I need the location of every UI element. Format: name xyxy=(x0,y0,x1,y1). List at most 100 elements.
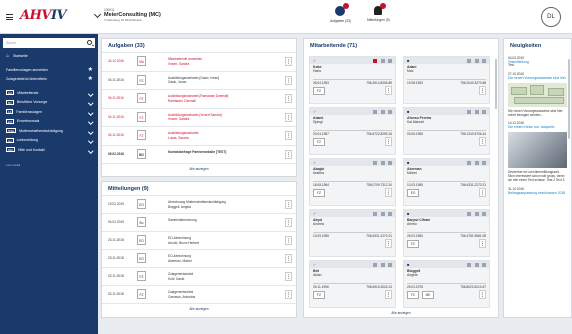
more-options-icon[interactable]: ⋮ xyxy=(285,94,292,103)
more-options-icon[interactable]: ⋮ xyxy=(385,290,392,299)
employee-card[interactable]: ♂ Akyol Andrea 13.09.1955 756.6331.2270.21… xyxy=(309,209,396,257)
message-row[interactable]: 02.11.2018 FZ Zulagenentscheid Carrasco, … xyxy=(102,285,296,303)
document-icon[interactable] xyxy=(373,58,377,63)
document-icon[interactable] xyxy=(467,109,471,114)
chevron-down-icon[interactable] xyxy=(93,10,102,19)
person-icon[interactable] xyxy=(388,262,392,267)
document-icon[interactable] xyxy=(373,160,377,165)
task-row[interactable]: 04.11.2016 FZ Ausbildungsnachweis [Vnser… xyxy=(102,107,296,127)
document-icon[interactable] xyxy=(373,109,377,114)
more-options-icon[interactable]: ⋮ xyxy=(479,290,486,299)
news-item[interactable]: 14.12.2016 Die ersten News von Jacquelin xyxy=(504,121,571,129)
news-item[interactable]: 27.10.2016 Die neuen Vorsorgeausweise si… xyxy=(504,72,571,80)
task-row[interactable]: 04.11.2016 FZ Ausbildungsnachweis [Ramad… xyxy=(102,89,296,108)
employee-card[interactable]: ♂ Kobe Hans 28.04.1953 756.3914.8206.85 FZ… xyxy=(309,56,396,104)
task-row[interactable]: 04.11.2016 FZ Ausbildungsnachweis Lucas, … xyxy=(102,126,296,145)
scrollbar[interactable] xyxy=(568,59,570,139)
employee-card[interactable]: ♂ Adami Djangi 20.04.1967 756.6722.8259.16… xyxy=(309,107,396,155)
news-item[interactable]: 04.03.2019 Testmitteilung Test xyxy=(504,56,571,68)
task-row[interactable]: 04.11.2016 FZ Ausbildungsnachweis [Gasic… xyxy=(102,70,296,90)
person-icon[interactable] xyxy=(388,160,392,165)
person-icon[interactable] xyxy=(482,109,486,114)
more-options-icon[interactable]: ⋮ xyxy=(385,137,392,146)
document-icon[interactable] xyxy=(373,262,377,267)
more-options-icon[interactable]: ⋮ xyxy=(479,86,486,95)
person-icon[interactable] xyxy=(388,211,392,216)
employee-card[interactable]: ■ Akerman Michel 10.03.1955 756.6331.2270.… xyxy=(403,158,490,206)
sidebar-item-familienzulagen[interactable]: FZ Familienzulagen xyxy=(0,108,98,118)
star-icon[interactable]: ★ xyxy=(88,75,93,85)
more-options-icon[interactable]: ⋮ xyxy=(285,57,292,66)
more-options-icon[interactable]: ⋮ xyxy=(479,137,486,146)
person-icon[interactable] xyxy=(482,58,486,63)
employee-card[interactable]: ♂ Akagbi Arabea 18.08.1964 756.0709.7312.2… xyxy=(309,158,396,206)
star-icon[interactable]: ★ xyxy=(88,66,93,76)
document-icon[interactable] xyxy=(467,160,471,165)
sidebar-item-berufliche-vorsorge[interactable]: BV Berufliche Vorsorge xyxy=(0,98,98,108)
avatar[interactable]: DL xyxy=(541,7,561,27)
person-icon[interactable] xyxy=(388,109,392,114)
header-messages-button[interactable]: Mitteilungen (9) xyxy=(367,3,390,22)
sidebar-item-home[interactable]: ⌂ Startseite xyxy=(0,52,98,62)
scrollbar[interactable] xyxy=(495,59,497,109)
more-options-icon[interactable]: ⋮ xyxy=(285,236,292,245)
more-options-icon[interactable]: ⋮ xyxy=(285,75,292,85)
news-headline[interactable]: Die ersten News von Jacquelin xyxy=(508,125,567,129)
message-row[interactable]: 19.02.2019 EO Abrechnung Mutterschaftsen… xyxy=(102,195,296,213)
alert-icon[interactable] xyxy=(381,58,385,63)
more-options-icon[interactable]: ⋮ xyxy=(285,131,292,140)
more-options-icon[interactable]: ⋮ xyxy=(285,149,292,159)
more-options-icon[interactable]: ⋮ xyxy=(385,188,392,197)
person-icon[interactable] xyxy=(388,58,392,63)
more-options-icon[interactable]: ⋮ xyxy=(385,86,392,95)
alert-icon[interactable] xyxy=(381,160,385,165)
alert-icon[interactable] xyxy=(381,109,385,114)
alert-icon[interactable] xyxy=(475,211,479,216)
document-icon[interactable] xyxy=(467,211,471,216)
message-row[interactable]: 23.11.2018 EO EO-Abrechnung Akerman, Mich… xyxy=(102,249,296,267)
news-item[interactable]: 31.10.2016 Beitragsanpassung beschlossen… xyxy=(504,187,571,195)
document-icon[interactable] xyxy=(467,58,471,63)
person-icon[interactable] xyxy=(482,211,486,216)
more-options-icon[interactable]: ⋮ xyxy=(285,272,292,281)
employees-show-all-link[interactable]: Alle anzeigen xyxy=(304,308,498,315)
alert-icon[interactable] xyxy=(381,211,385,216)
company-selector[interactable]: 100011 MeierConsulting (MC) Trudsieberg … xyxy=(93,8,161,22)
sidebar-item-erwerbsersatz[interactable]: EO Erwerbsersatz xyxy=(0,117,98,127)
employee-card[interactable]: ■ Afonso Pereira Kai Manuel 03.06.1965 756… xyxy=(403,107,490,155)
task-row[interactable]: 05.02.2016 BG Kontaktanfrage Partnerwebs… xyxy=(102,144,296,164)
more-options-icon[interactable]: ⋮ xyxy=(285,218,292,227)
alert-icon[interactable] xyxy=(475,58,479,63)
more-options-icon[interactable]: ⋮ xyxy=(479,239,486,248)
message-row[interactable]: 23.11.2018 EO EO-Abrechnung Arnold, Bruno… xyxy=(102,231,296,249)
document-icon[interactable] xyxy=(467,262,471,267)
tasks-show-all-link[interactable]: Alle anzeigen xyxy=(102,163,296,171)
sidebar-item-zulagenbetrued[interactable]: Zulagenbetrüd übermitteln ★ xyxy=(0,75,98,85)
search-input[interactable]: Suche xyxy=(3,38,95,48)
message-row[interactable]: 02.11.2018 FZ Zulagenentscheid Kohl, Davi… xyxy=(102,267,296,285)
message-row[interactable]: 04.02.2019 Bu Sammelabrechnung ⋮ xyxy=(102,213,296,231)
sidebar-item-mitarbeitende[interactable]: MA Mitarbeitende xyxy=(0,89,98,99)
sidebar-item-hilfe[interactable]: MIK Hilfe und Kontakt xyxy=(0,146,98,156)
search-icon[interactable] xyxy=(87,40,92,45)
person-icon[interactable] xyxy=(482,262,486,267)
more-options-icon[interactable]: ⋮ xyxy=(285,254,292,263)
employee-card[interactable]: ♂ Beli Aklan 26.11.1956 756.6916.3024.24 F… xyxy=(309,260,396,308)
employee-card[interactable]: ■ Barjovi Cifrain Arnelo 25.03.1983 756.47… xyxy=(403,209,490,257)
sidebar-link-lernmodul[interactable]: Lernmodul xyxy=(0,163,98,167)
document-icon[interactable] xyxy=(373,211,377,216)
news-headline[interactable]: Die neuen Vorsorgeausweise sind hier xyxy=(508,76,567,80)
more-options-icon[interactable]: ⋮ xyxy=(285,290,292,299)
alert-icon[interactable] xyxy=(381,262,385,267)
person-icon[interactable] xyxy=(482,160,486,165)
task-row[interactable]: 24.10.2016 MA Mitarbeitende anmelden Vnse… xyxy=(102,52,296,71)
sidebar-item-lohnmeldung[interactable]: LH Lohnmeldung xyxy=(0,136,98,146)
more-options-icon[interactable]: ⋮ xyxy=(285,200,292,209)
more-options-icon[interactable]: ⋮ xyxy=(479,188,486,197)
employee-card[interactable]: ■ Bloggeli Angela 25.03.1978 756.8022.6210… xyxy=(403,260,490,308)
header-tasks-button[interactable]: Aufgaben (33) xyxy=(330,3,351,23)
alert-icon[interactable] xyxy=(475,262,479,267)
logo[interactable]: AHVIV xyxy=(20,8,67,23)
sidebar-item-familienzulagen-anmelden[interactable]: Familienzulagen anmelden ★ xyxy=(0,66,98,76)
employee-card[interactable]: ■ Adani Max 19.08.1953 756.2040.3270.68 ⋮ xyxy=(403,56,490,104)
